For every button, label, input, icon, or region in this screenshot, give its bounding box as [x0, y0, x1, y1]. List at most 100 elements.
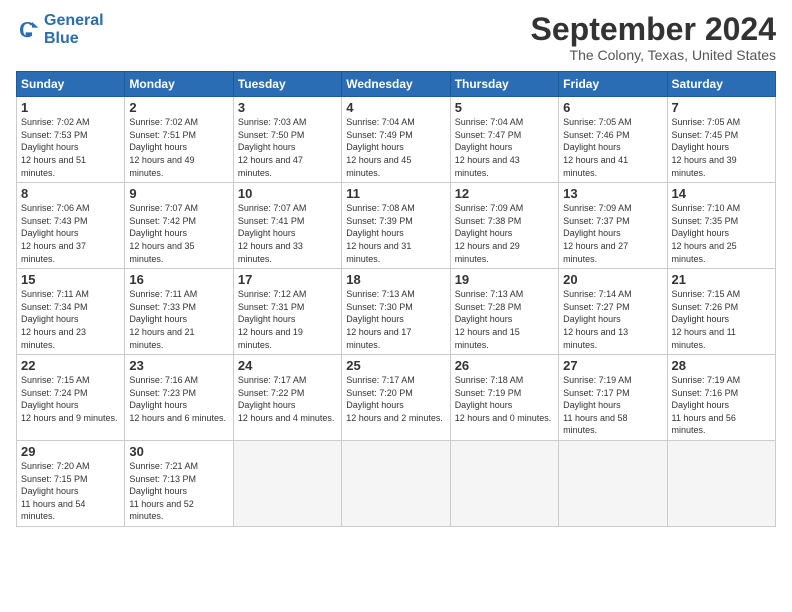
day-number: 24 [238, 358, 337, 373]
day-number: 9 [129, 186, 228, 201]
day-cell: 30 Sunrise: 7:21 AM Sunset: 7:13 PM Dayl… [125, 441, 233, 527]
day-info: Sunrise: 7:03 AM Sunset: 7:50 PM Dayligh… [238, 116, 337, 179]
day-info: Sunrise: 7:11 AM Sunset: 7:34 PM Dayligh… [21, 288, 120, 351]
day-cell: 8 Sunrise: 7:06 AM Sunset: 7:43 PM Dayli… [17, 183, 125, 269]
day-info: Sunrise: 7:21 AM Sunset: 7:13 PM Dayligh… [129, 460, 228, 523]
day-cell: 21 Sunrise: 7:15 AM Sunset: 7:26 PM Dayl… [667, 269, 775, 355]
day-cell: 18 Sunrise: 7:13 AM Sunset: 7:30 PM Dayl… [342, 269, 450, 355]
day-cell [342, 441, 450, 527]
logo: General Blue [16, 12, 104, 47]
day-number: 1 [21, 100, 120, 115]
day-number: 15 [21, 272, 120, 287]
day-number: 12 [455, 186, 554, 201]
day-number: 3 [238, 100, 337, 115]
day-info: Sunrise: 7:11 AM Sunset: 7:33 PM Dayligh… [129, 288, 228, 351]
day-info: Sunrise: 7:16 AM Sunset: 7:23 PM Dayligh… [129, 374, 228, 424]
day-number: 18 [346, 272, 445, 287]
day-cell: 27 Sunrise: 7:19 AM Sunset: 7:17 PM Dayl… [559, 355, 667, 441]
day-cell [233, 441, 341, 527]
day-number: 2 [129, 100, 228, 115]
col-saturday: Saturday [667, 72, 775, 97]
day-info: Sunrise: 7:02 AM Sunset: 7:51 PM Dayligh… [129, 116, 228, 179]
month-title: September 2024 [531, 12, 776, 47]
day-number: 29 [21, 444, 120, 459]
day-info: Sunrise: 7:15 AM Sunset: 7:26 PM Dayligh… [672, 288, 771, 351]
day-info: Sunrise: 7:19 AM Sunset: 7:16 PM Dayligh… [672, 374, 771, 437]
day-number: 20 [563, 272, 662, 287]
day-info: Sunrise: 7:05 AM Sunset: 7:46 PM Dayligh… [563, 116, 662, 179]
day-cell: 6 Sunrise: 7:05 AM Sunset: 7:46 PM Dayli… [559, 97, 667, 183]
location: The Colony, Texas, United States [531, 47, 776, 63]
day-cell: 25 Sunrise: 7:17 AM Sunset: 7:20 PM Dayl… [342, 355, 450, 441]
day-info: Sunrise: 7:20 AM Sunset: 7:15 PM Dayligh… [21, 460, 120, 523]
day-number: 6 [563, 100, 662, 115]
week-row-4: 22 Sunrise: 7:15 AM Sunset: 7:24 PM Dayl… [17, 355, 776, 441]
week-row-3: 15 Sunrise: 7:11 AM Sunset: 7:34 PM Dayl… [17, 269, 776, 355]
day-number: 14 [672, 186, 771, 201]
day-cell: 16 Sunrise: 7:11 AM Sunset: 7:33 PM Dayl… [125, 269, 233, 355]
col-monday: Monday [125, 72, 233, 97]
week-row-5: 29 Sunrise: 7:20 AM Sunset: 7:15 PM Dayl… [17, 441, 776, 527]
col-sunday: Sunday [17, 72, 125, 97]
header-row: Sunday Monday Tuesday Wednesday Thursday… [17, 72, 776, 97]
day-info: Sunrise: 7:07 AM Sunset: 7:41 PM Dayligh… [238, 202, 337, 265]
day-number: 26 [455, 358, 554, 373]
day-info: Sunrise: 7:09 AM Sunset: 7:37 PM Dayligh… [563, 202, 662, 265]
day-number: 7 [672, 100, 771, 115]
day-info: Sunrise: 7:04 AM Sunset: 7:47 PM Dayligh… [455, 116, 554, 179]
title-block: September 2024 The Colony, Texas, United… [531, 12, 776, 63]
day-cell: 2 Sunrise: 7:02 AM Sunset: 7:51 PM Dayli… [125, 97, 233, 183]
day-number: 27 [563, 358, 662, 373]
day-cell: 10 Sunrise: 7:07 AM Sunset: 7:41 PM Dayl… [233, 183, 341, 269]
day-number: 25 [346, 358, 445, 373]
day-info: Sunrise: 7:17 AM Sunset: 7:20 PM Dayligh… [346, 374, 445, 424]
calendar-table: Sunday Monday Tuesday Wednesday Thursday… [16, 71, 776, 527]
day-info: Sunrise: 7:17 AM Sunset: 7:22 PM Dayligh… [238, 374, 337, 424]
day-number: 17 [238, 272, 337, 287]
day-number: 11 [346, 186, 445, 201]
day-info: Sunrise: 7:04 AM Sunset: 7:49 PM Dayligh… [346, 116, 445, 179]
day-info: Sunrise: 7:13 AM Sunset: 7:30 PM Dayligh… [346, 288, 445, 351]
day-cell: 22 Sunrise: 7:15 AM Sunset: 7:24 PM Dayl… [17, 355, 125, 441]
day-info: Sunrise: 7:09 AM Sunset: 7:38 PM Dayligh… [455, 202, 554, 265]
logo-icon [16, 18, 40, 42]
day-cell: 1 Sunrise: 7:02 AM Sunset: 7:53 PM Dayli… [17, 97, 125, 183]
day-cell: 19 Sunrise: 7:13 AM Sunset: 7:28 PM Dayl… [450, 269, 558, 355]
day-number: 28 [672, 358, 771, 373]
day-number: 21 [672, 272, 771, 287]
day-cell [559, 441, 667, 527]
day-number: 5 [455, 100, 554, 115]
day-number: 16 [129, 272, 228, 287]
calendar-container: General Blue September 2024 The Colony, … [0, 0, 792, 535]
day-number: 19 [455, 272, 554, 287]
day-cell: 20 Sunrise: 7:14 AM Sunset: 7:27 PM Dayl… [559, 269, 667, 355]
day-cell: 12 Sunrise: 7:09 AM Sunset: 7:38 PM Dayl… [450, 183, 558, 269]
col-tuesday: Tuesday [233, 72, 341, 97]
day-number: 4 [346, 100, 445, 115]
col-friday: Friday [559, 72, 667, 97]
day-info: Sunrise: 7:12 AM Sunset: 7:31 PM Dayligh… [238, 288, 337, 351]
day-info: Sunrise: 7:15 AM Sunset: 7:24 PM Dayligh… [21, 374, 120, 424]
week-row-1: 1 Sunrise: 7:02 AM Sunset: 7:53 PM Dayli… [17, 97, 776, 183]
day-info: Sunrise: 7:18 AM Sunset: 7:19 PM Dayligh… [455, 374, 554, 424]
logo-text: General Blue [44, 12, 104, 47]
day-cell: 11 Sunrise: 7:08 AM Sunset: 7:39 PM Dayl… [342, 183, 450, 269]
day-cell: 26 Sunrise: 7:18 AM Sunset: 7:19 PM Dayl… [450, 355, 558, 441]
day-info: Sunrise: 7:13 AM Sunset: 7:28 PM Dayligh… [455, 288, 554, 351]
day-info: Sunrise: 7:10 AM Sunset: 7:35 PM Dayligh… [672, 202, 771, 265]
day-info: Sunrise: 7:14 AM Sunset: 7:27 PM Dayligh… [563, 288, 662, 351]
day-cell [450, 441, 558, 527]
day-cell: 28 Sunrise: 7:19 AM Sunset: 7:16 PM Dayl… [667, 355, 775, 441]
day-info: Sunrise: 7:07 AM Sunset: 7:42 PM Dayligh… [129, 202, 228, 265]
day-number: 30 [129, 444, 228, 459]
day-cell: 15 Sunrise: 7:11 AM Sunset: 7:34 PM Dayl… [17, 269, 125, 355]
day-number: 8 [21, 186, 120, 201]
day-info: Sunrise: 7:08 AM Sunset: 7:39 PM Dayligh… [346, 202, 445, 265]
week-row-2: 8 Sunrise: 7:06 AM Sunset: 7:43 PM Dayli… [17, 183, 776, 269]
day-cell: 23 Sunrise: 7:16 AM Sunset: 7:23 PM Dayl… [125, 355, 233, 441]
day-cell: 14 Sunrise: 7:10 AM Sunset: 7:35 PM Dayl… [667, 183, 775, 269]
day-info: Sunrise: 7:19 AM Sunset: 7:17 PM Dayligh… [563, 374, 662, 437]
day-info: Sunrise: 7:06 AM Sunset: 7:43 PM Dayligh… [21, 202, 120, 265]
day-number: 23 [129, 358, 228, 373]
day-cell: 29 Sunrise: 7:20 AM Sunset: 7:15 PM Dayl… [17, 441, 125, 527]
